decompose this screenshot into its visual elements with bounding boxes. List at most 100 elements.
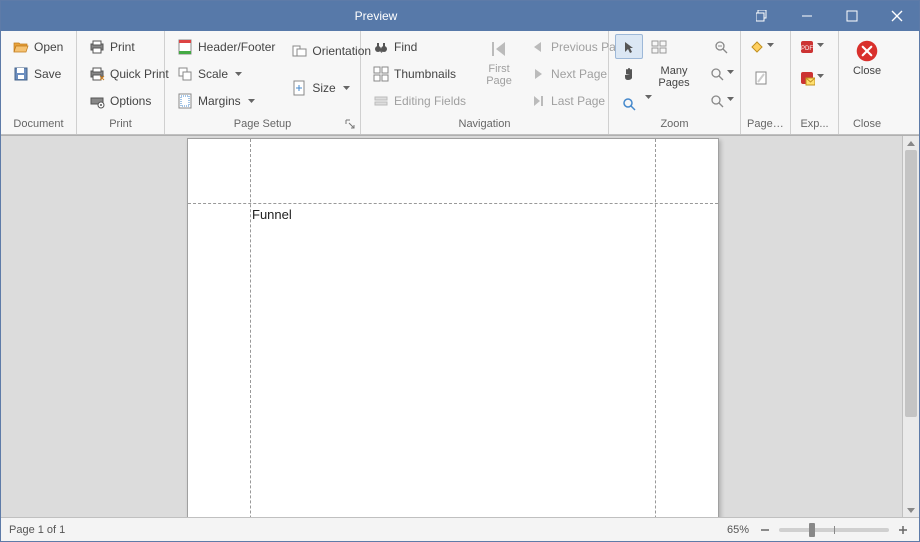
ribbon-group-page-background: Page ...	[741, 31, 791, 134]
hand-tool-button[interactable]	[615, 61, 643, 86]
margin-guide-top	[188, 203, 718, 204]
print-button[interactable]: Print	[83, 34, 175, 59]
margins-button[interactable]: Margins	[171, 88, 281, 113]
many-pages-top-button[interactable]	[645, 34, 673, 59]
first-page-button[interactable]: First Page	[478, 34, 520, 90]
chevron-down-icon	[817, 74, 824, 81]
last-icon	[530, 93, 546, 109]
magnifier-icon	[621, 96, 637, 112]
printer-icon	[89, 39, 105, 55]
zoom-percent: 65%	[727, 524, 749, 536]
title-bar: Preview	[1, 1, 919, 31]
maximize-button[interactable]	[829, 1, 874, 31]
print-options-button[interactable]: Options	[83, 88, 175, 113]
pdf-icon: PDF	[799, 39, 815, 55]
ribbon-group-label: Page ...	[747, 116, 784, 134]
ribbon-group-pagesetup: Header/Footer Scale Margins	[165, 31, 361, 134]
pointer-tool-button[interactable]	[615, 34, 643, 59]
save-button[interactable]: Save	[7, 61, 69, 86]
vertical-scrollbar[interactable]	[902, 136, 919, 517]
page-color-button[interactable]	[747, 34, 775, 59]
next-icon	[530, 66, 546, 82]
header-footer-label: Header/Footer	[198, 40, 275, 54]
ribbon-group-navigation: Find Thumbnails Editing Fields	[361, 31, 609, 134]
options-icon	[89, 93, 105, 109]
open-button[interactable]: Open	[7, 34, 69, 59]
header-footer-button[interactable]: Header/Footer	[171, 34, 281, 59]
printer-quick-icon	[89, 66, 105, 82]
close-circle-icon	[855, 39, 879, 63]
hand-icon	[621, 66, 637, 82]
svg-text:PDF: PDF	[801, 46, 813, 52]
ribbon-group-close: Close Close	[839, 31, 895, 134]
margins-label: Margins	[198, 94, 241, 108]
document-body-text: Funnel	[252, 207, 292, 222]
chevron-down-icon	[235, 70, 242, 77]
prev-icon	[530, 39, 546, 55]
zoom-minus-button[interactable]	[757, 522, 773, 538]
margin-guide-left	[250, 139, 251, 517]
zoom-out-icon	[713, 39, 729, 55]
grid-icon	[651, 39, 667, 55]
window-title: Preview	[13, 9, 739, 23]
zoom-slider	[757, 522, 911, 538]
ribbon-group-zoom: Many Pages	[609, 31, 741, 134]
zoom-out-button[interactable]	[707, 34, 735, 59]
window-close-button[interactable]	[874, 1, 919, 31]
page-indicator: Page 1 of 1	[9, 524, 65, 536]
restore-down-icon[interactable]	[739, 1, 784, 31]
margins-icon	[177, 93, 193, 109]
zoom-exact-button[interactable]	[707, 88, 735, 113]
magnifier-button[interactable]	[615, 91, 643, 116]
page-size-icon	[291, 80, 307, 96]
zoom-plus-button[interactable]	[895, 522, 911, 538]
minimize-button[interactable]	[784, 1, 829, 31]
ribbon-group-label: Print	[83, 116, 158, 134]
orientation-icon	[291, 43, 307, 59]
find-label: Find	[394, 40, 417, 54]
scale-label: Scale	[198, 67, 228, 81]
zoom-exact-icon	[709, 93, 725, 109]
first-page-icon	[487, 37, 511, 61]
close-preview-button[interactable]: Close	[846, 34, 888, 80]
thumbnails-button[interactable]: Thumbnails	[367, 61, 472, 86]
chevron-down-icon	[727, 97, 734, 104]
many-pages-dropdown[interactable]	[645, 91, 703, 116]
watermark-button[interactable]	[747, 65, 775, 90]
save-label: Save	[34, 67, 61, 81]
editing-fields-icon	[373, 93, 389, 109]
chevron-down-icon	[817, 43, 824, 50]
scroll-thumb[interactable]	[905, 150, 917, 417]
zoom-in-button[interactable]	[707, 61, 735, 86]
options-label: Options	[110, 94, 151, 108]
quick-print-label: Quick Print	[110, 67, 169, 81]
editing-fields-button[interactable]: Editing Fields	[367, 88, 472, 113]
export-mail-button[interactable]	[797, 65, 825, 90]
preview-workspace[interactable]: Funnel	[1, 135, 919, 517]
scale-icon	[177, 66, 193, 82]
binoculars-icon	[373, 39, 389, 55]
zoom-track[interactable]	[779, 528, 889, 532]
ribbon: Open Save Document Print	[1, 31, 919, 135]
ribbon-group-label: Zoom	[615, 116, 734, 134]
size-label: Size	[312, 81, 335, 95]
zoom-center-tick	[834, 526, 835, 534]
dialog-launcher-icon[interactable]	[345, 119, 357, 131]
pdf-mail-icon	[799, 70, 815, 86]
ribbon-group-label: Navigation	[367, 116, 602, 134]
export-pdf-button[interactable]: PDF	[797, 34, 825, 59]
zoom-in-icon	[709, 66, 725, 82]
scale-button[interactable]: Scale	[171, 61, 281, 86]
zoom-handle[interactable]	[809, 523, 815, 537]
chevron-down-icon	[248, 97, 255, 104]
ribbon-group-document: Open Save Document	[1, 31, 77, 134]
chevron-down-icon	[343, 84, 350, 91]
quick-print-button[interactable]: Quick Print	[83, 61, 175, 86]
scroll-down-icon[interactable]	[903, 503, 919, 517]
next-page-label: Next Page	[551, 67, 607, 81]
scroll-up-icon[interactable]	[903, 136, 919, 150]
many-pages-label: Many Pages	[645, 61, 703, 89]
find-button[interactable]: Find	[367, 34, 472, 59]
ribbon-group-label: Close	[845, 116, 889, 134]
bucket-icon	[749, 39, 765, 55]
